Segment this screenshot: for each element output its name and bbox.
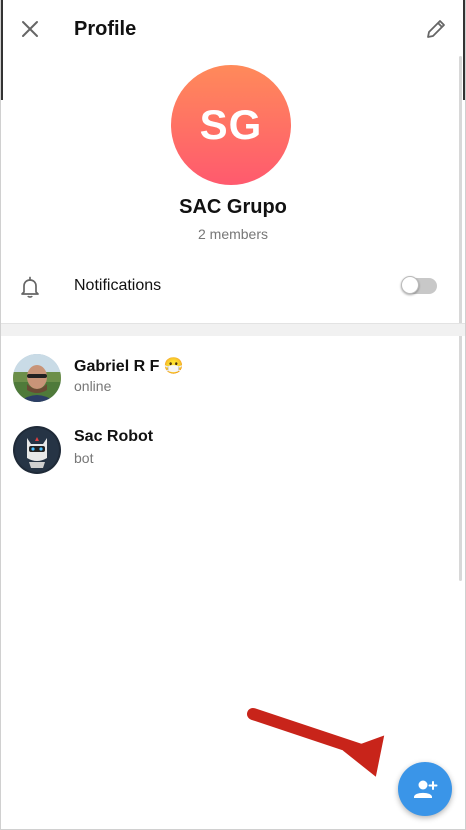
robot-avatar xyxy=(13,426,61,474)
close-button[interactable] xyxy=(17,16,43,42)
members-count: 2 members xyxy=(197,226,269,242)
group-avatar[interactable]: SG xyxy=(171,65,291,185)
notifications-label: Notifications xyxy=(74,277,162,294)
add-member-button[interactable] xyxy=(398,762,452,816)
notifications-row[interactable]: Notifications xyxy=(1,263,465,311)
edit-button[interactable] xyxy=(423,16,449,42)
annotation-arrow xyxy=(247,708,385,777)
member-avatar-photo xyxy=(13,354,61,402)
scrollbar[interactable] xyxy=(459,56,462,581)
profile-panel: Profile SG SAC Grupo 2 members Notificat… xyxy=(0,0,466,830)
header: Profile xyxy=(1,0,465,58)
group-name: SAC Grupo xyxy=(179,196,287,218)
member-name: Sac Robot xyxy=(74,428,154,445)
photo-avatar xyxy=(13,354,61,402)
section-divider xyxy=(1,323,465,336)
member-status: online xyxy=(74,378,112,394)
member-avatar-robot xyxy=(13,426,61,474)
notifications-toggle[interactable] xyxy=(401,276,437,294)
member-item[interactable]: Gabriel R F 😷 online xyxy=(1,348,465,412)
pencil-icon xyxy=(427,20,445,38)
add-user-icon xyxy=(414,780,438,798)
toggle-knob xyxy=(401,276,419,294)
close-icon xyxy=(22,21,38,37)
member-status: bot xyxy=(74,450,94,466)
member-item[interactable]: Sac Robot bot xyxy=(1,420,465,484)
member-name: Gabriel R F 😷 xyxy=(74,358,184,375)
bell-icon xyxy=(21,276,39,298)
page-title: Profile xyxy=(74,18,137,40)
